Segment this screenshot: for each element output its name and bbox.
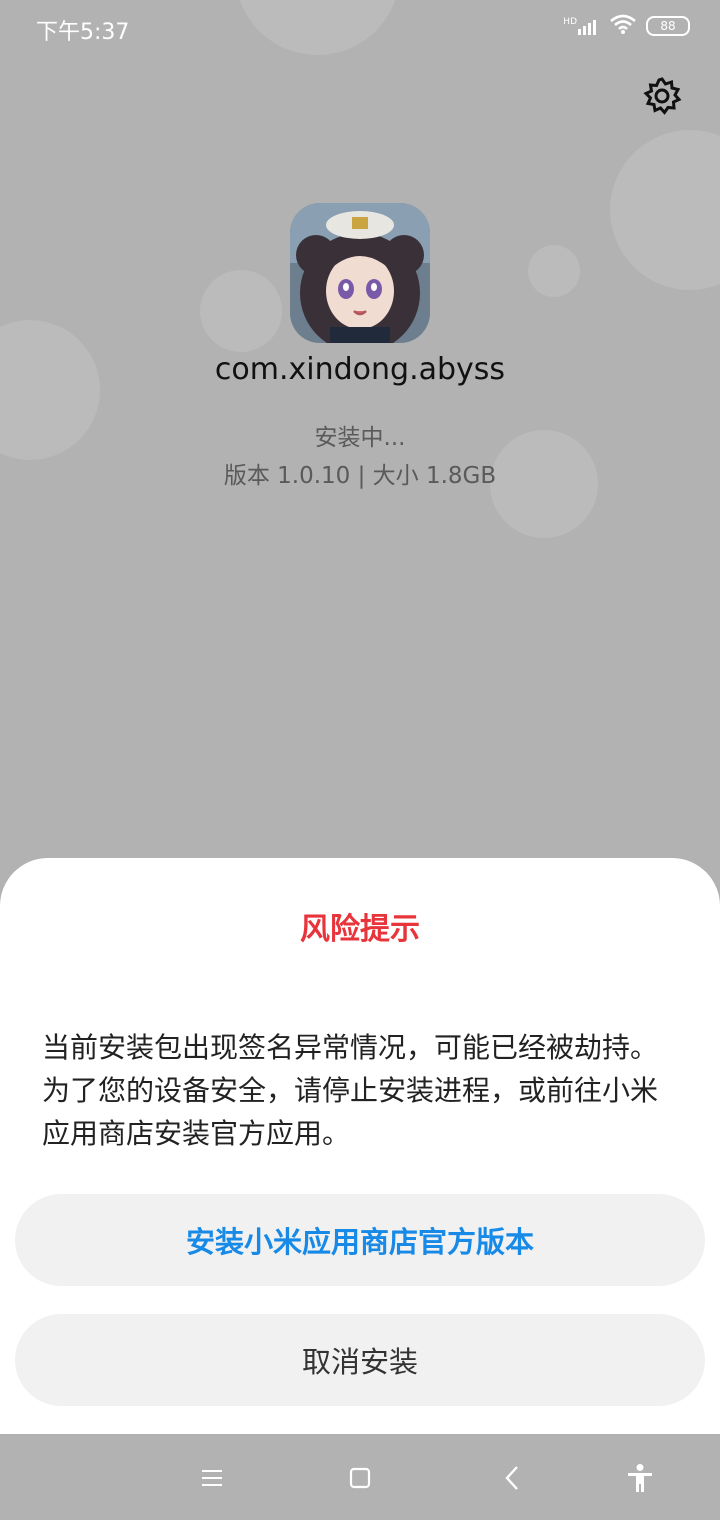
menu-icon[interactable] <box>190 1456 234 1500</box>
dialog-message: 当前安装包出现签名异常情况，可能已经被劫持。为了您的设备安全，请停止安装进程，或… <box>42 1031 659 1150</box>
dialog-title: 风险提示 <box>300 912 420 947</box>
navigation-bar <box>0 1434 720 1520</box>
background-bubble <box>528 245 580 297</box>
background-bubble <box>200 270 282 352</box>
package-name: com.xindong.abyss <box>214 352 506 387</box>
network-type-label: HD <box>563 17 577 27</box>
battery-icon: 88 <box>646 16 690 36</box>
accessibility-icon[interactable] <box>618 1456 662 1500</box>
wifi-icon <box>610 14 636 38</box>
background-bubble <box>610 130 720 290</box>
home-icon[interactable] <box>338 1456 382 1500</box>
install-status: 安装中... <box>314 425 406 451</box>
install-official-button[interactable]: 安装小米应用商店官方版本 <box>15 1194 705 1286</box>
back-icon[interactable] <box>490 1456 534 1500</box>
app-icon <box>290 203 430 343</box>
signal-icon: HD <box>563 17 600 35</box>
cancel-install-button[interactable]: 取消安装 <box>15 1314 705 1406</box>
app-meta: 版本 1.0.10 | 大小 1.8GB <box>223 463 497 489</box>
settings-gear-icon[interactable] <box>642 76 682 116</box>
status-bar: 下午5:37 HD 88 <box>0 0 720 60</box>
screen: 下午5:37 HD 88 com.xindong.abyss 安装中... 版本… <box>0 0 720 1520</box>
risk-dialog: 风险提示 当前安装包出现签名异常情况，可能已经被劫持。为了您的设备安全，请停止安… <box>0 858 720 1434</box>
status-icons: HD 88 <box>563 14 690 38</box>
clock: 下午5:37 <box>36 20 130 45</box>
